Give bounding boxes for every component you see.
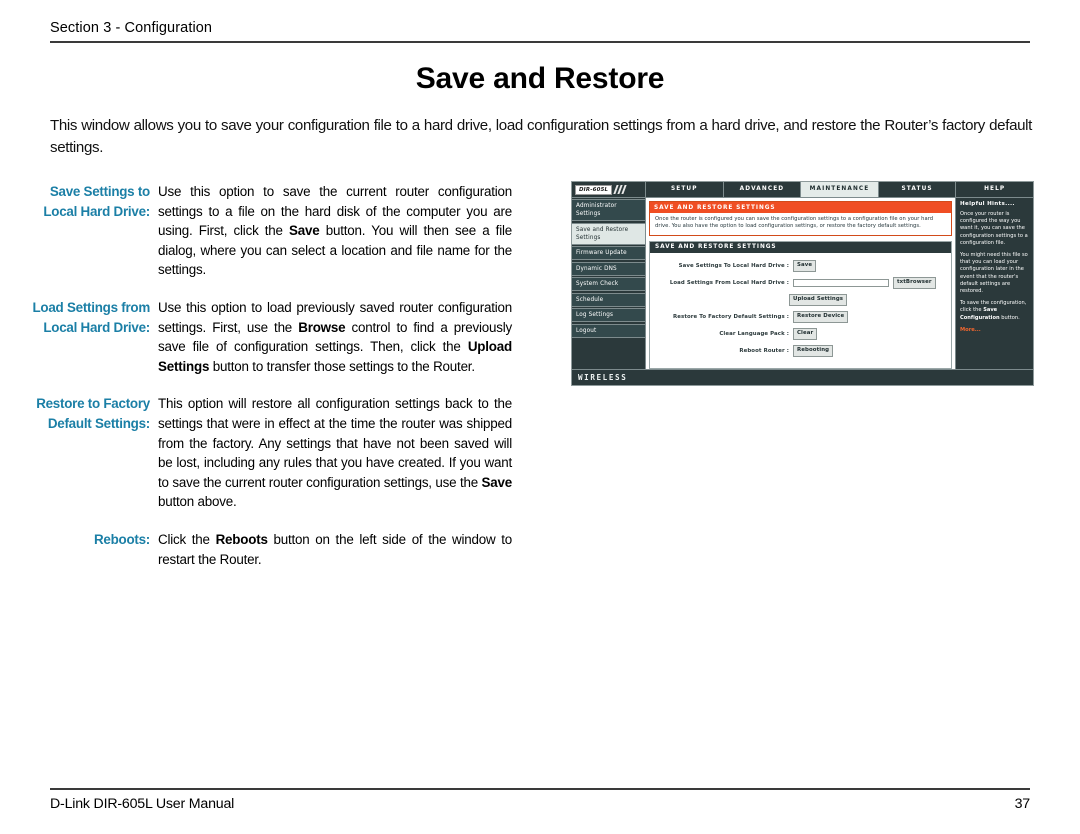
definition-description: Use this option to save the current rout… bbox=[158, 182, 512, 280]
router-alert-box: SAVE AND RESTORE SETTINGS Once the route… bbox=[649, 201, 952, 236]
page-header: Section 3 - Configuration bbox=[50, 20, 1030, 43]
definition-term: Load Settings from Local Hard Drive: bbox=[32, 299, 150, 335]
router-sidebar-item-logout[interactable]: Logout bbox=[572, 323, 645, 338]
page-footer: D-Link DIR-605L User Manual 37 bbox=[50, 788, 1030, 812]
router-tab-advanced[interactable]: ADVANCED bbox=[724, 182, 802, 197]
router-file-path-input[interactable] bbox=[793, 278, 889, 287]
router-form-label: Reboot Router : bbox=[739, 347, 789, 354]
emphasis-text: Browse bbox=[298, 319, 346, 335]
definition-description: Click the Reboots button on the left sid… bbox=[158, 530, 512, 569]
definition-description: This option will restore all configurati… bbox=[158, 394, 512, 512]
router-wireless-bar: WIRELESS bbox=[572, 369, 1033, 385]
router-tab-setup[interactable]: SETUP bbox=[646, 182, 724, 197]
router-tab-maintenance[interactable]: MAINTENANCE bbox=[801, 182, 879, 197]
definition-row: Restore to Factory Default Settings: This… bbox=[22, 394, 512, 512]
router-alert-body: Once the router is configured you can sa… bbox=[650, 213, 951, 235]
footer-page-number: 37 bbox=[1014, 796, 1031, 812]
router-sidebar-item-schedule[interactable]: Schedule bbox=[572, 292, 645, 307]
router-logo: DIR-605L bbox=[572, 182, 646, 197]
header-rule bbox=[50, 41, 1030, 43]
footer-rule bbox=[50, 788, 1030, 790]
hints-title: Helpful Hints.... bbox=[960, 201, 1015, 207]
router-sidebar-item-administrator-settings[interactable]: Administrator Settings bbox=[572, 199, 645, 221]
definition-row: Reboots: Click the Reboots button on the … bbox=[22, 530, 512, 569]
logo-slashes-icon bbox=[613, 185, 627, 194]
hints-paragraph-1: Once your router is configured the way y… bbox=[960, 211, 1028, 246]
router-button-rebooting[interactable]: Rebooting bbox=[793, 344, 834, 357]
router-nav-bar: DIR-605L SETUP ADVANCED MAINTENANCE STATUS H… bbox=[572, 182, 1033, 198]
router-settings-form: Save Settings To Local Hard Drive : Save L… bbox=[650, 253, 951, 368]
emphasis-text: Save bbox=[289, 223, 320, 239]
router-button-restore-device[interactable]: Restore Device bbox=[793, 310, 849, 323]
router-sidebar: Administrator Settings Save and Restore S… bbox=[572, 198, 646, 369]
router-body: Administrator Settings Save and Restore S… bbox=[572, 198, 1033, 369]
emphasis-text: Reboots bbox=[215, 531, 268, 547]
router-sidebar-item-dynamic-dns[interactable]: Dynamic DNS bbox=[572, 261, 645, 276]
router-sidebar-item-system-check[interactable]: System Check bbox=[572, 277, 645, 291]
router-button-txtbrowser[interactable]: txtBrowser bbox=[893, 276, 936, 289]
definition-term: Reboots: bbox=[93, 531, 150, 547]
hints-paragraph-3: To save the configuration, click the Sav… bbox=[960, 300, 1029, 322]
router-panel-title: SAVE AND RESTORE SETTINGS bbox=[650, 241, 951, 253]
router-main-content: SAVE AND RESTORE SETTINGS Once the route… bbox=[646, 198, 955, 369]
router-helpful-hints: Helpful Hints.... Once your router is co… bbox=[955, 198, 1033, 369]
intro-paragraph: This window allows you to save your conf… bbox=[50, 117, 1032, 156]
router-alert-title: SAVE AND RESTORE SETTINGS bbox=[650, 202, 951, 213]
section-label: Section 3 - Configuration bbox=[50, 20, 213, 36]
footer-manual-title: D-Link DIR-605L User Manual bbox=[50, 796, 235, 812]
definition-term: Save Settings to Local Hard Drive: bbox=[43, 184, 150, 219]
body-text: button above. bbox=[158, 494, 237, 510]
definition-term: Restore to Factory Default Settings: bbox=[36, 396, 150, 431]
router-form-row: Save Settings To Local Hard Drive : Save bbox=[654, 259, 947, 272]
router-form-label: Load Settings From Local Hard Drive : bbox=[669, 279, 789, 286]
definition-description: Use this option to load previously saved… bbox=[158, 298, 512, 376]
router-button-upload-settings[interactable]: Upload Settings bbox=[789, 293, 848, 306]
body-text: This option will restore all configurati… bbox=[158, 396, 512, 490]
router-form-label: Restore To Factory Default Settings : bbox=[673, 313, 789, 320]
definition-list: Save Settings to Local Hard Drive: Use th… bbox=[22, 182, 512, 587]
router-form-row: Upload Settings bbox=[654, 293, 947, 306]
hints-p3-post: button. bbox=[999, 314, 1020, 321]
body-text: button to transfer those settings to the… bbox=[209, 358, 475, 374]
definition-row: Load Settings from Local Hard Drive: Use … bbox=[22, 298, 512, 376]
page-title: Save and Restore bbox=[415, 62, 665, 95]
router-tab-help[interactable]: HELP bbox=[956, 182, 1033, 197]
router-ui-screenshot: DIR-605L SETUP ADVANCED MAINTENANCE STATUS H… bbox=[571, 181, 1034, 386]
router-form-row: Clear Language Pack : Clear bbox=[654, 327, 947, 340]
body-text: Click the bbox=[158, 531, 216, 547]
router-button-clear[interactable]: Clear bbox=[793, 327, 818, 340]
emphasis-text: Save bbox=[481, 474, 513, 490]
router-sidebar-item-log-settings[interactable]: Log Settings bbox=[572, 308, 645, 322]
router-form-label: Clear Language Pack : bbox=[719, 330, 789, 337]
definition-row: Save Settings to Local Hard Drive: Use th… bbox=[22, 182, 512, 280]
router-sidebar-item-save-and-restore-settings[interactable]: Save and Restore Settings bbox=[572, 222, 645, 245]
router-settings-panel: SAVE AND RESTORE SETTINGS Save Settings … bbox=[649, 240, 952, 369]
router-sidebar-item-firmware-update[interactable]: Firmware Update bbox=[572, 246, 645, 260]
router-form-row: Restore To Factory Default Settings : Res… bbox=[654, 310, 947, 323]
router-tab-strip: SETUP ADVANCED MAINTENANCE STATUS HELP bbox=[646, 182, 1033, 197]
router-button-save[interactable]: Save bbox=[793, 259, 817, 272]
router-tab-status[interactable]: STATUS bbox=[879, 182, 957, 197]
hints-more-link[interactable]: More... bbox=[960, 327, 1029, 333]
router-form-label: Save Settings To Local Hard Drive : bbox=[678, 262, 789, 269]
hints-paragraph-2: You might need this file so that you can… bbox=[960, 252, 1028, 295]
router-model-label: DIR-605L bbox=[575, 184, 613, 195]
router-form-row: Load Settings From Local Hard Drive : txt… bbox=[654, 276, 947, 289]
router-form-row: Reboot Router : Rebooting bbox=[654, 344, 947, 357]
